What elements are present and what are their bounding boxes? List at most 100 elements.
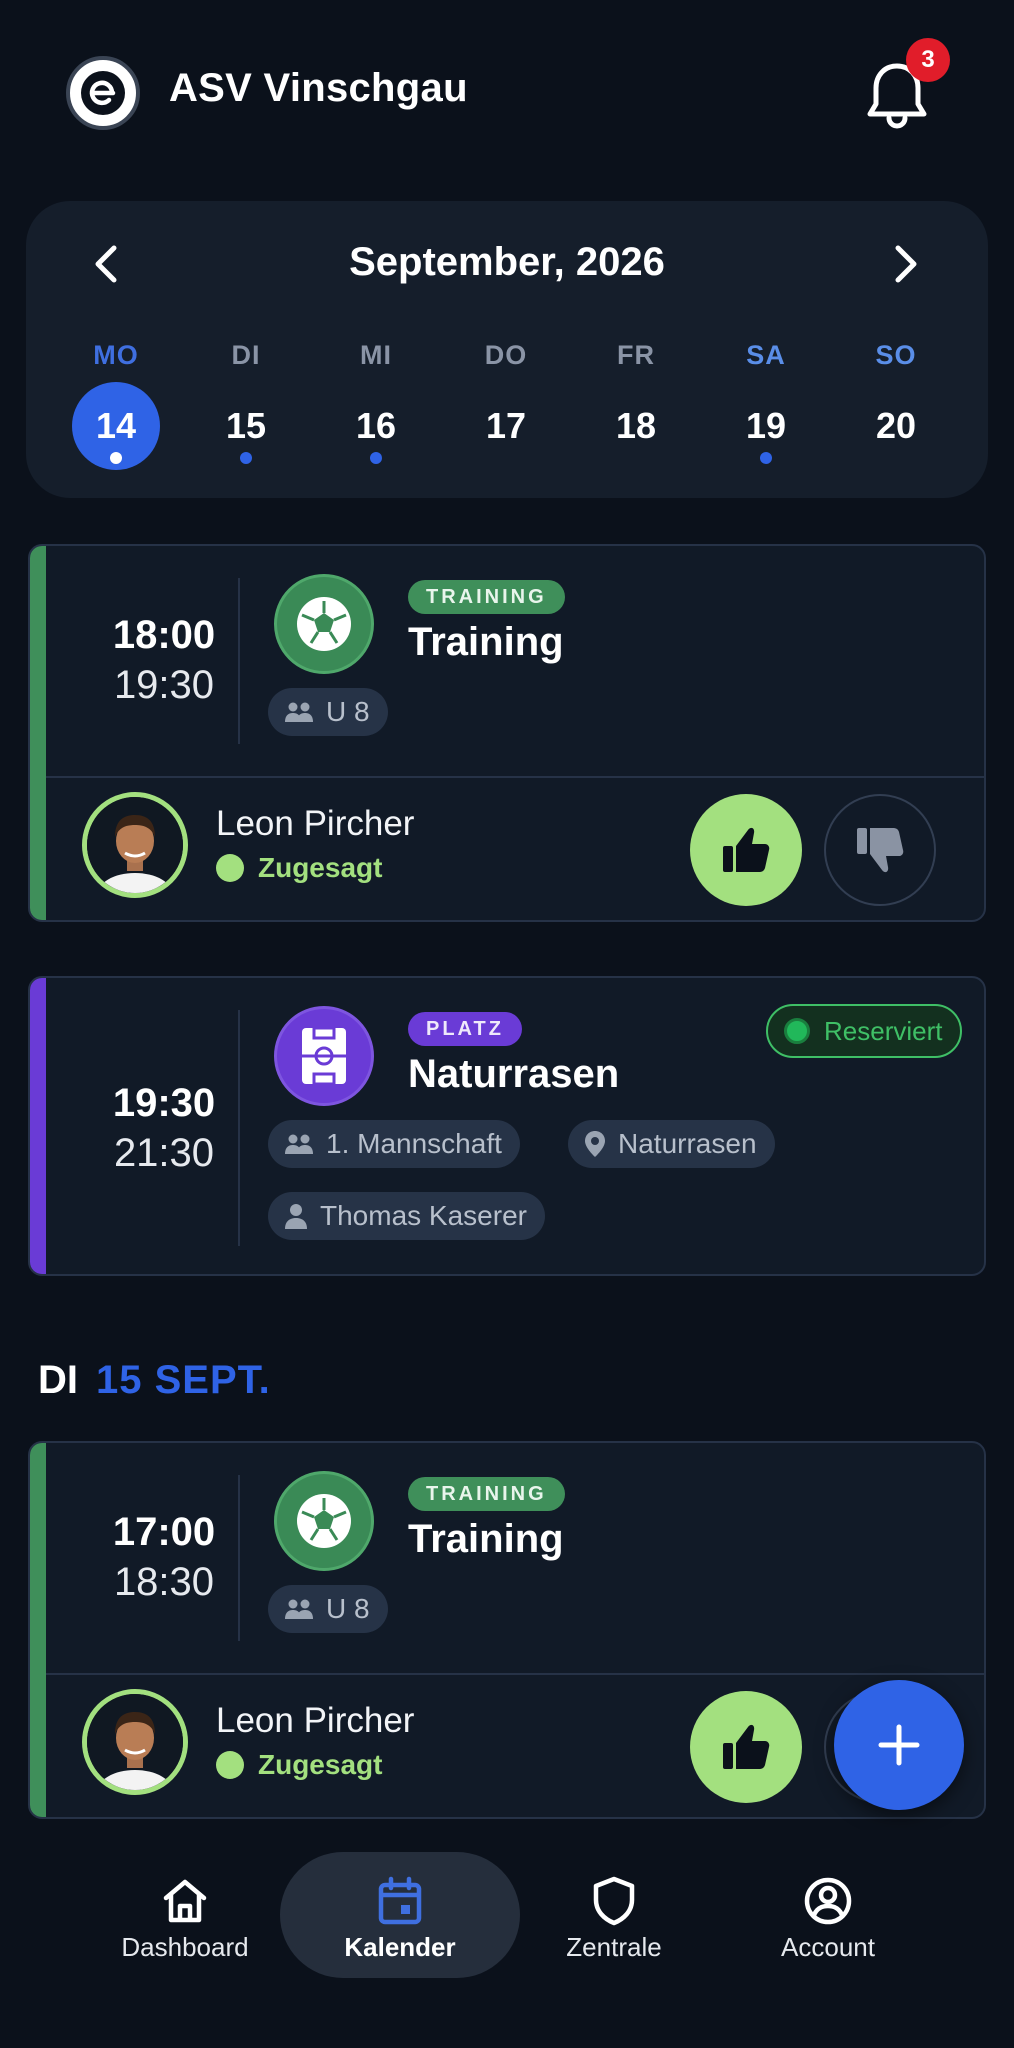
nav-label: Account [781, 1932, 875, 1962]
thumbs-up-button[interactable] [690, 1691, 802, 1803]
day-number: 15 [225, 405, 267, 446]
club-logo[interactable] [66, 56, 140, 130]
status-dot [216, 854, 244, 882]
nav-label: Zentrale [566, 1932, 662, 1962]
pitch-icon [274, 1006, 374, 1106]
reservation-label: Reserviert [824, 1015, 943, 1046]
day-name: SO [875, 340, 917, 370]
event-color-stripe [30, 546, 46, 920]
day-heading: DI 15 SEPT. [38, 1358, 271, 1403]
event-color-stripe [30, 1443, 46, 1817]
add-event-button[interactable] [834, 1680, 964, 1810]
nav-label: Dashboard [121, 1932, 249, 1962]
event-card-platz[interactable]: 19:30 21:30 PLATZ Naturrasen Reserviert … [28, 976, 986, 1276]
day-name: DI [231, 340, 261, 370]
day-heading-date: 15 SEPT. [96, 1358, 271, 1402]
divider [46, 776, 984, 778]
team-label: U 8 [326, 696, 370, 727]
soccer-ball-icon [274, 574, 374, 674]
day-name: FR [617, 340, 655, 370]
event-dot [110, 452, 122, 464]
logo-icon [81, 71, 125, 115]
reserved-status-icon [784, 1018, 810, 1044]
day-number: 20 [875, 405, 917, 446]
event-time: 19:30 21:30 [74, 1078, 254, 1178]
day-number: 16 [355, 405, 397, 446]
event-type-badge: TRAINING [408, 1477, 565, 1511]
thumbs-up-icon [723, 1724, 770, 1769]
team-chip: U 8 [268, 688, 388, 736]
notification-badge: 3 [906, 38, 950, 82]
day-number-cell[interactable]: 19 [722, 382, 810, 470]
status-label: Zugesagt [258, 1749, 383, 1780]
day-number-cell[interactable]: 18 [592, 382, 680, 470]
club-name: ASV Vinschgau [169, 66, 468, 110]
contact-label: Thomas Kaserer [320, 1200, 527, 1231]
location-pin-icon [585, 1131, 605, 1157]
day-wednesday[interactable]: MI 16 [326, 340, 426, 470]
calendar-month-label: September, 2026 [349, 240, 665, 284]
day-number-cell[interactable]: 20 [852, 382, 940, 470]
day-name: MI [360, 340, 392, 370]
calendar-icon [378, 1876, 422, 1925]
chevron-right-icon[interactable] [888, 242, 924, 286]
event-title: Training [408, 620, 564, 664]
event-title: Naturrasen [408, 1052, 620, 1096]
team-chip: 1. Mannschaft [268, 1120, 520, 1168]
event-time: 18:00 19:30 [74, 610, 254, 710]
nav-zentrale[interactable]: Zentrale [507, 1852, 721, 1978]
thumbs-up-icon [723, 827, 770, 872]
event-title: Training [408, 1517, 564, 1561]
day-number-cell[interactable]: 16 [332, 382, 420, 470]
day-name: SA [746, 340, 786, 370]
thumbs-down-icon [857, 828, 904, 873]
day-sunday[interactable]: SO 20 [846, 340, 946, 470]
divider [46, 1673, 984, 1675]
nav-label: Kalender [344, 1932, 456, 1962]
team-chip: U 8 [268, 1585, 388, 1633]
event-type-badge: PLATZ [408, 1012, 522, 1046]
day-name: MO [93, 340, 139, 370]
event-time: 17:00 18:30 [74, 1507, 254, 1607]
thumbs-down-button[interactable] [824, 794, 936, 906]
event-end-time: 18:30 [113, 1560, 215, 1604]
event-dot [760, 452, 772, 464]
day-monday[interactable]: MO 14 [66, 340, 166, 470]
event-end-time: 21:30 [113, 1131, 215, 1175]
team-icon [285, 702, 313, 722]
status-label: Zugesagt [258, 852, 383, 883]
event-end-time: 19:30 [113, 663, 215, 707]
nav-kalender[interactable]: Kalender [280, 1852, 520, 1978]
soccer-ball-icon [274, 1471, 374, 1571]
team-label: U 8 [326, 1593, 370, 1624]
event-dot [370, 452, 382, 464]
team-label: 1. Mannschaft [326, 1128, 502, 1159]
event-start-time: 18:00 [112, 613, 216, 657]
event-dot [240, 452, 252, 464]
reservation-badge: Reserviert [766, 1004, 963, 1058]
home-icon [163, 1879, 207, 1923]
team-icon [285, 1599, 313, 1619]
event-card-training[interactable]: 18:00 19:30 TRAINING Training U 8 Leon P… [28, 544, 986, 922]
day-number: 17 [485, 405, 527, 446]
event-type-badge: TRAINING [408, 580, 565, 614]
day-number-cell[interactable]: 15 [202, 382, 290, 470]
contact-chip: Thomas Kaserer [268, 1192, 545, 1240]
nav-dashboard[interactable]: Dashboard [78, 1852, 292, 1978]
day-number: 19 [745, 405, 787, 446]
event-color-stripe [30, 978, 46, 1274]
day-saturday[interactable]: SA 19 [716, 340, 816, 470]
day-number-selected[interactable]: 14 [72, 382, 160, 470]
person-name: Leon Pircher [216, 1701, 415, 1740]
thumbs-up-button[interactable] [690, 794, 802, 906]
day-number-cell[interactable]: 17 [462, 382, 550, 470]
day-thursday[interactable]: DO 17 [456, 340, 556, 470]
day-name: DO [484, 340, 528, 370]
person-icon [285, 1204, 307, 1229]
person-name: Leon Pircher [216, 804, 415, 843]
attendance-status: Zugesagt [216, 1749, 382, 1781]
day-friday[interactable]: FR 18 [586, 340, 686, 470]
nav-account[interactable]: Account [721, 1852, 935, 1978]
day-tuesday[interactable]: DI 15 [196, 340, 296, 470]
location-label: Naturrasen [618, 1128, 757, 1159]
